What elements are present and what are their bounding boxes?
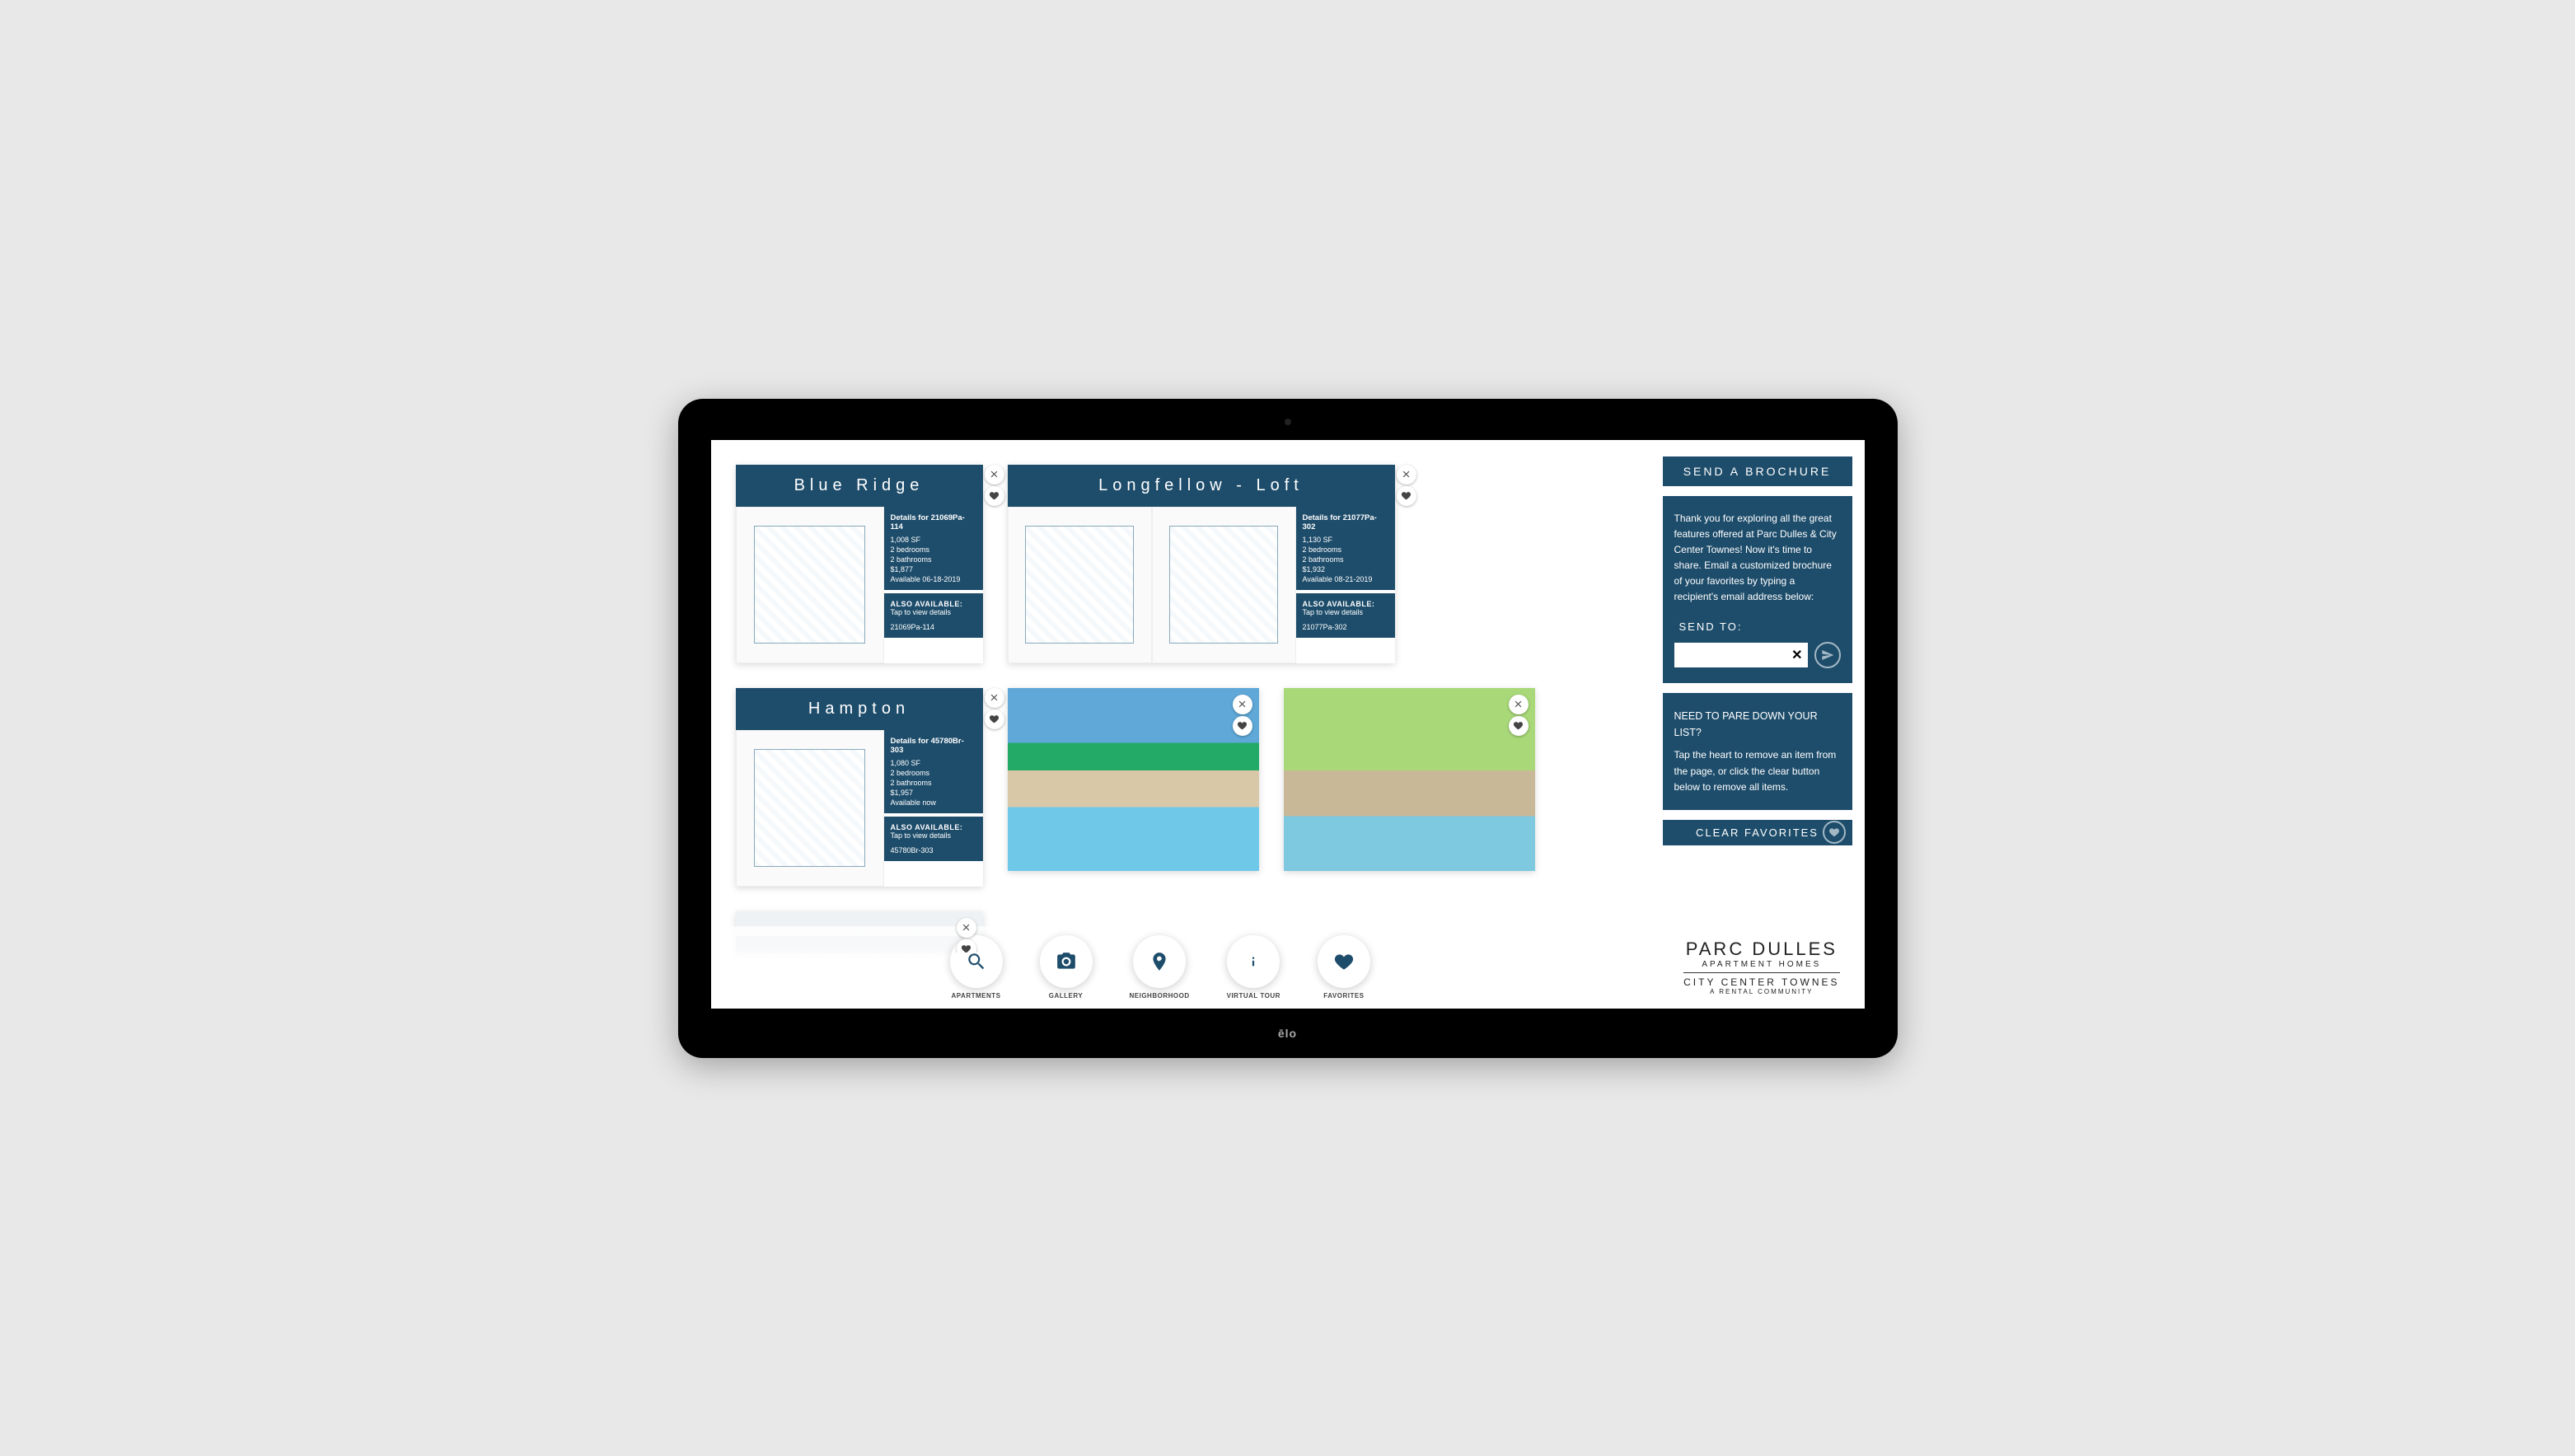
also-available[interactable]: ALSO AVAILABLE: Tap to view details 2107… xyxy=(1296,590,1395,638)
heart-icon[interactable] xyxy=(1397,486,1416,506)
nav-virtual-tour[interactable]: VIRTUAL TOUR xyxy=(1227,935,1280,1000)
close-icon[interactable] xyxy=(1233,695,1252,714)
heart-icon[interactable] xyxy=(1509,716,1529,736)
floorplan-image[interactable] xyxy=(1008,507,1152,663)
camera-icon xyxy=(1056,951,1077,972)
main-content: Blue Ridge Details for 21069Pa-114 1,008… xyxy=(711,440,1650,1009)
screen: Blue Ridge Details for 21069Pa-114 1,008… xyxy=(711,440,1865,1009)
card-title: Longfellow - Loft xyxy=(1008,465,1395,507)
pare-panel: NEED TO PARE DOWN YOUR LIST? Tap the hea… xyxy=(1663,693,1852,810)
clear-favorites-button[interactable]: CLEAR FAVORITES xyxy=(1663,820,1852,845)
heart-icon[interactable] xyxy=(985,709,1004,729)
close-icon[interactable] xyxy=(985,465,1004,485)
card-blue-ridge: Blue Ridge Details for 21069Pa-114 1,008… xyxy=(736,465,983,663)
also-available[interactable]: ALSO AVAILABLE: Tap to view details 4578… xyxy=(884,813,983,861)
brochure-panel: Thank you for exploring all the great fe… xyxy=(1663,496,1852,684)
unit-details: Details for 21077Pa-302 1,130 SF 2 bedro… xyxy=(1296,507,1395,590)
heart-icon[interactable] xyxy=(957,939,976,953)
send-to-label: SEND TO: xyxy=(1679,619,1841,636)
floorplan-image[interactable] xyxy=(736,507,884,663)
photo-card-pool[interactable] xyxy=(1008,688,1259,871)
also-available[interactable]: ALSO AVAILABLE: Tap to view details 2106… xyxy=(884,590,983,638)
unit-details: Details for 45780Br-303 1,080 SF 2 bedro… xyxy=(884,730,983,813)
floorplan-image[interactable] xyxy=(736,730,884,887)
heart-icon xyxy=(1333,951,1355,972)
info-icon xyxy=(1243,951,1264,972)
card-row-2: Hampton Details for 45780Br-303 1,080 SF… xyxy=(736,688,1626,887)
close-icon[interactable] xyxy=(1509,695,1529,714)
card-row-1: Blue Ridge Details for 21069Pa-114 1,008… xyxy=(736,465,1626,663)
heart-icon[interactable] xyxy=(1233,716,1252,736)
photo-card-hottub[interactable] xyxy=(1284,688,1535,871)
close-icon[interactable] xyxy=(1397,465,1416,485)
close-icon[interactable] xyxy=(957,918,976,938)
email-input[interactable]: ✕ xyxy=(1674,643,1808,667)
card-hampton: Hampton Details for 45780Br-303 1,080 SF… xyxy=(736,688,983,887)
device-brand: ēlo xyxy=(1278,1027,1297,1040)
brochure-intro: Thank you for exploring all the great fe… xyxy=(1674,511,1841,606)
nav-gallery[interactable]: GALLERY xyxy=(1040,935,1093,1000)
heart-icon xyxy=(1823,821,1846,844)
search-icon xyxy=(966,951,987,972)
send-icon xyxy=(1821,648,1834,662)
card-title: Hampton xyxy=(736,688,983,730)
input-clear-icon[interactable]: ✕ xyxy=(1791,645,1802,667)
pool-photo xyxy=(1008,688,1259,871)
send-button[interactable] xyxy=(1814,642,1841,668)
close-icon[interactable] xyxy=(985,688,1004,708)
floorplan-image[interactable] xyxy=(1152,507,1296,663)
unit-details: Details for 21069Pa-114 1,008 SF 2 bedro… xyxy=(884,507,983,590)
footer-nav: APARTMENTS GALLERY NEIGHBORHOOD VIRTUAL … xyxy=(711,926,1865,1009)
brand-logo: PARC DULLES APARTMENT HOMES CITY CENTER … xyxy=(1683,939,1839,995)
nav-favorites[interactable]: FAVORITES xyxy=(1318,935,1370,1000)
card-title: Blue Ridge xyxy=(736,465,983,507)
device-bezel: Blue Ridge Details for 21069Pa-114 1,008… xyxy=(678,399,1898,1058)
pare-text: Tap the heart to remove an item from the… xyxy=(1674,747,1841,795)
heart-icon[interactable] xyxy=(985,486,1004,506)
nav-neighborhood[interactable]: NEIGHBORHOOD xyxy=(1130,935,1190,1000)
sidebar: SEND A BROCHURE Thank you for exploring … xyxy=(1650,440,1865,1009)
card-longfellow: Longfellow - Loft Details for 21077Pa-30… xyxy=(1008,465,1395,663)
pare-title: NEED TO PARE DOWN YOUR LIST? xyxy=(1674,708,1841,741)
hottub-photo xyxy=(1284,688,1535,871)
pin-icon xyxy=(1149,951,1170,972)
sidebar-header: SEND A BROCHURE xyxy=(1663,456,1852,486)
